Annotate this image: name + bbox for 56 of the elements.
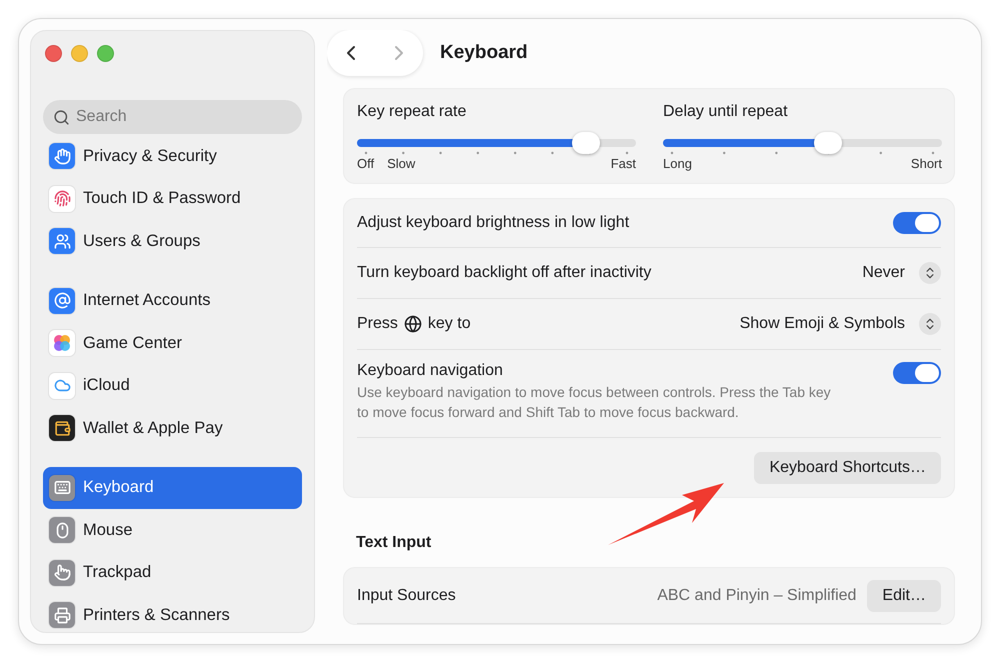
sidebar-item[interactable]: Privacy & Security	[43, 135, 302, 178]
search-field[interactable]: Search	[43, 100, 302, 134]
bubbles-icon	[49, 330, 75, 356]
slider-thumb[interactable]	[572, 132, 600, 154]
sidebar-item[interactable]: Keyboard	[43, 466, 302, 509]
slider-label: Delay until repeat	[663, 102, 789, 122]
tick-label: Short	[910, 156, 942, 171]
sidebar-item[interactable]: Trackpad	[43, 552, 302, 594]
hand-icon	[49, 143, 75, 170]
slider[interactable]	[357, 132, 636, 154]
search-icon	[53, 109, 70, 126]
tick-label: Off	[357, 156, 374, 171]
setting-label: Keyboard navigation	[357, 362, 503, 379]
tick-label: Fast	[610, 156, 636, 171]
keyboard-shortcuts-button[interactable]: Keyboard Shortcuts…	[754, 452, 941, 484]
section-heading: Text Input	[356, 534, 432, 552]
zoom-button[interactable]	[97, 45, 114, 62]
close-button[interactable]	[45, 45, 62, 62]
page-title: Keyboard	[440, 42, 528, 64]
slider-label: Key repeat rate	[357, 102, 468, 122]
keyboard-icon	[49, 474, 75, 501]
slider[interactable]	[663, 132, 942, 154]
tick-label: Long	[663, 156, 692, 171]
cloud-icon	[49, 372, 75, 399]
setting-description: Use keyboard navigation to move focus between controls. Press the Tab key to move focus forward and Shift Tab to move focus backward.	[357, 383, 832, 422]
people-icon	[49, 228, 75, 254]
pointer-icon	[49, 560, 75, 586]
sidebar-item[interactable]: Users & Groups	[43, 220, 302, 262]
up-down-icon[interactable]	[919, 313, 941, 335]
popup-value[interactable]: Never	[862, 264, 905, 282]
setting-value: ABC and Pinyin – Simplified	[657, 586, 856, 604]
printer-icon	[49, 602, 75, 628]
setting-label: Turn keyboard backlight off after inactivity	[357, 264, 652, 282]
popup-value[interactable]: Show Emoji & Symbols	[740, 315, 905, 333]
sidebar-item[interactable]: Internet Accounts	[43, 280, 302, 322]
mouse-icon	[49, 517, 75, 544]
sidebar-item[interactable]: iCloud	[43, 364, 302, 407]
sidebar-item[interactable]: Game Center	[43, 322, 302, 364]
slider-thumb[interactable]	[814, 132, 842, 154]
up-down-icon[interactable]	[919, 262, 941, 284]
setting-label: Input Sources	[357, 586, 456, 604]
setting-label: key to	[428, 315, 471, 333]
edit-button[interactable]: Edit…	[867, 580, 941, 612]
toggle-switch[interactable]	[893, 212, 941, 234]
globe-icon	[404, 315, 422, 333]
sidebar-item[interactable]: Printers & Scanners	[43, 594, 302, 636]
at-sign-icon	[49, 288, 75, 314]
setting-label: Press	[357, 315, 398, 333]
toggle-switch[interactable]	[893, 362, 941, 384]
setting-label: Adjust keyboard brightness in low light	[357, 214, 630, 231]
fingerprint-icon	[49, 186, 75, 212]
wallet-icon	[49, 415, 75, 442]
tick-label: Slow	[387, 156, 416, 171]
sidebar-item[interactable]: Touch ID & Password	[43, 178, 302, 220]
sidebar-item[interactable]: Wallet & Apple Pay	[43, 407, 302, 450]
sidebar-item[interactable]: Mouse	[43, 509, 302, 552]
